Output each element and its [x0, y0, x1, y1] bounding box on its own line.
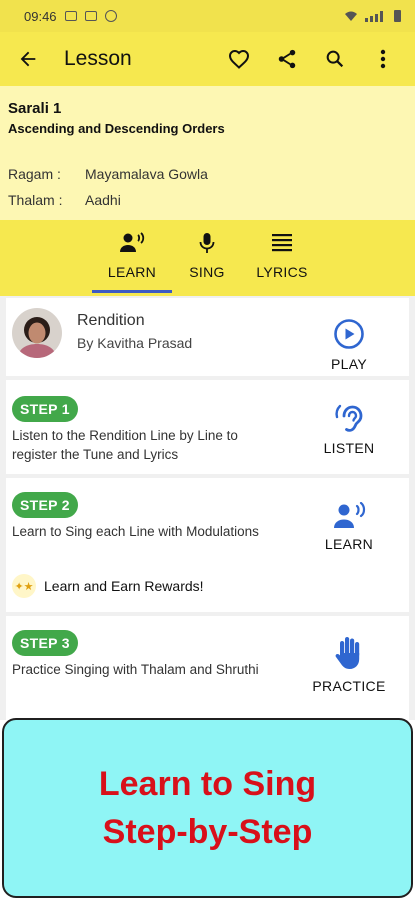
signal-icon: [365, 11, 383, 22]
step-3-badge: STEP 3: [12, 630, 78, 656]
ragam-row: Ragam : Mayamalava Gowla: [8, 166, 208, 182]
gallery-notification-icon: [64, 11, 77, 21]
tab-learn[interactable]: LEARN: [92, 220, 172, 296]
record-voice-icon: [334, 502, 366, 528]
arrow-back-icon: [20, 51, 36, 67]
banner-line-1: Learn to Sing: [98, 765, 317, 803]
play-circle-icon: [334, 319, 364, 349]
lesson-info-panel: Sarali 1 Ascending and Descending Orders…: [0, 86, 415, 220]
whatsapp-notification-icon: [104, 10, 117, 22]
lyrics-icon: [272, 234, 292, 252]
rendition-card: Rendition By Kavitha Prasad PLAY: [6, 298, 409, 376]
listen-button[interactable]: LISTEN: [307, 402, 391, 456]
step-2-badge: STEP 2: [12, 492, 78, 518]
ragam-value: Mayamalava Gowla: [85, 166, 208, 182]
share-button[interactable]: [263, 32, 311, 86]
thalam-value: Aadhi: [85, 192, 121, 208]
microphone-icon: [199, 233, 215, 253]
step-2-card: STEP 2 Learn to Sing each Line with Modu…: [6, 478, 409, 612]
practice-button[interactable]: PRACTICE: [307, 636, 391, 694]
tab-sing[interactable]: SING: [176, 220, 238, 296]
step-3-card: STEP 3 Practice Singing with Thalam and …: [6, 616, 409, 720]
ragam-label: Ragam :: [8, 166, 61, 182]
learn-icon: [120, 232, 145, 252]
image-notification-icon: [84, 11, 97, 21]
selected-tab-indicator: [92, 290, 172, 293]
steps-list: Rendition By Kavitha Prasad PLAY STEP 1 …: [0, 296, 415, 720]
promo-banner: Learn to Sing Step-by-Step: [2, 718, 413, 898]
search-icon: [326, 50, 344, 68]
thalam-row: Thalam : Aadhi: [8, 192, 121, 208]
hearing-icon: [335, 404, 363, 432]
rendition-title: Rendition: [77, 312, 145, 329]
status-time: 09:46: [24, 8, 57, 24]
step-1-description: Listen to the Rendition Line by Line to …: [12, 428, 238, 462]
tab-sing-label: SING: [189, 264, 225, 280]
practice-label: PRACTICE: [312, 678, 386, 694]
rendition-artist: By Kavitha Prasad: [77, 335, 193, 351]
tab-learn-label: LEARN: [107, 264, 157, 280]
favorite-button[interactable]: [215, 32, 263, 86]
banner-line-2: Step-by-Step: [102, 813, 313, 851]
share-icon: [278, 49, 296, 69]
play-label: PLAY: [331, 356, 367, 372]
play-button[interactable]: PLAY: [307, 318, 391, 372]
wifi-icon: [345, 11, 357, 21]
tab-bar: LEARN SING LYRICS: [0, 220, 415, 296]
learn-label: LEARN: [324, 536, 374, 552]
rewards-row[interactable]: ✦★ Learn and Earn Rewards!: [12, 574, 204, 598]
status-bar: 09:46: [0, 0, 415, 32]
search-button[interactable]: [311, 32, 359, 86]
step-1-card: STEP 1 Listen to the Rendition Line by L…: [6, 380, 409, 474]
battery-icon: [394, 10, 401, 22]
back-button[interactable]: [0, 32, 56, 86]
tab-lyrics-label: LYRICS: [256, 264, 308, 280]
rewards-text: Learn and Earn Rewards!: [44, 578, 204, 594]
hand-icon: [335, 637, 360, 669]
step-1-badge: STEP 1: [12, 396, 78, 422]
lesson-title: Sarali 1: [8, 100, 62, 117]
thalam-label: Thalam :: [8, 192, 63, 208]
page-title: Lesson: [64, 47, 132, 70]
avatar: [12, 308, 62, 358]
tab-lyrics[interactable]: LYRICS: [248, 220, 316, 296]
listen-label: LISTEN: [323, 440, 375, 456]
learn-button[interactable]: LEARN: [307, 502, 391, 552]
step-3-description: Practice Singing with Thalam and Shruthi: [12, 662, 259, 677]
heart-icon: [228, 49, 250, 69]
more-options-button[interactable]: [359, 32, 407, 86]
lesson-subtitle: Ascending and Descending Orders: [8, 121, 225, 136]
more-vert-icon: [380, 49, 386, 69]
step-2-description: Learn to Sing each Line with Modulations: [12, 524, 259, 539]
rewards-icon: ✦★: [12, 574, 36, 598]
app-bar: Lesson: [0, 32, 415, 86]
